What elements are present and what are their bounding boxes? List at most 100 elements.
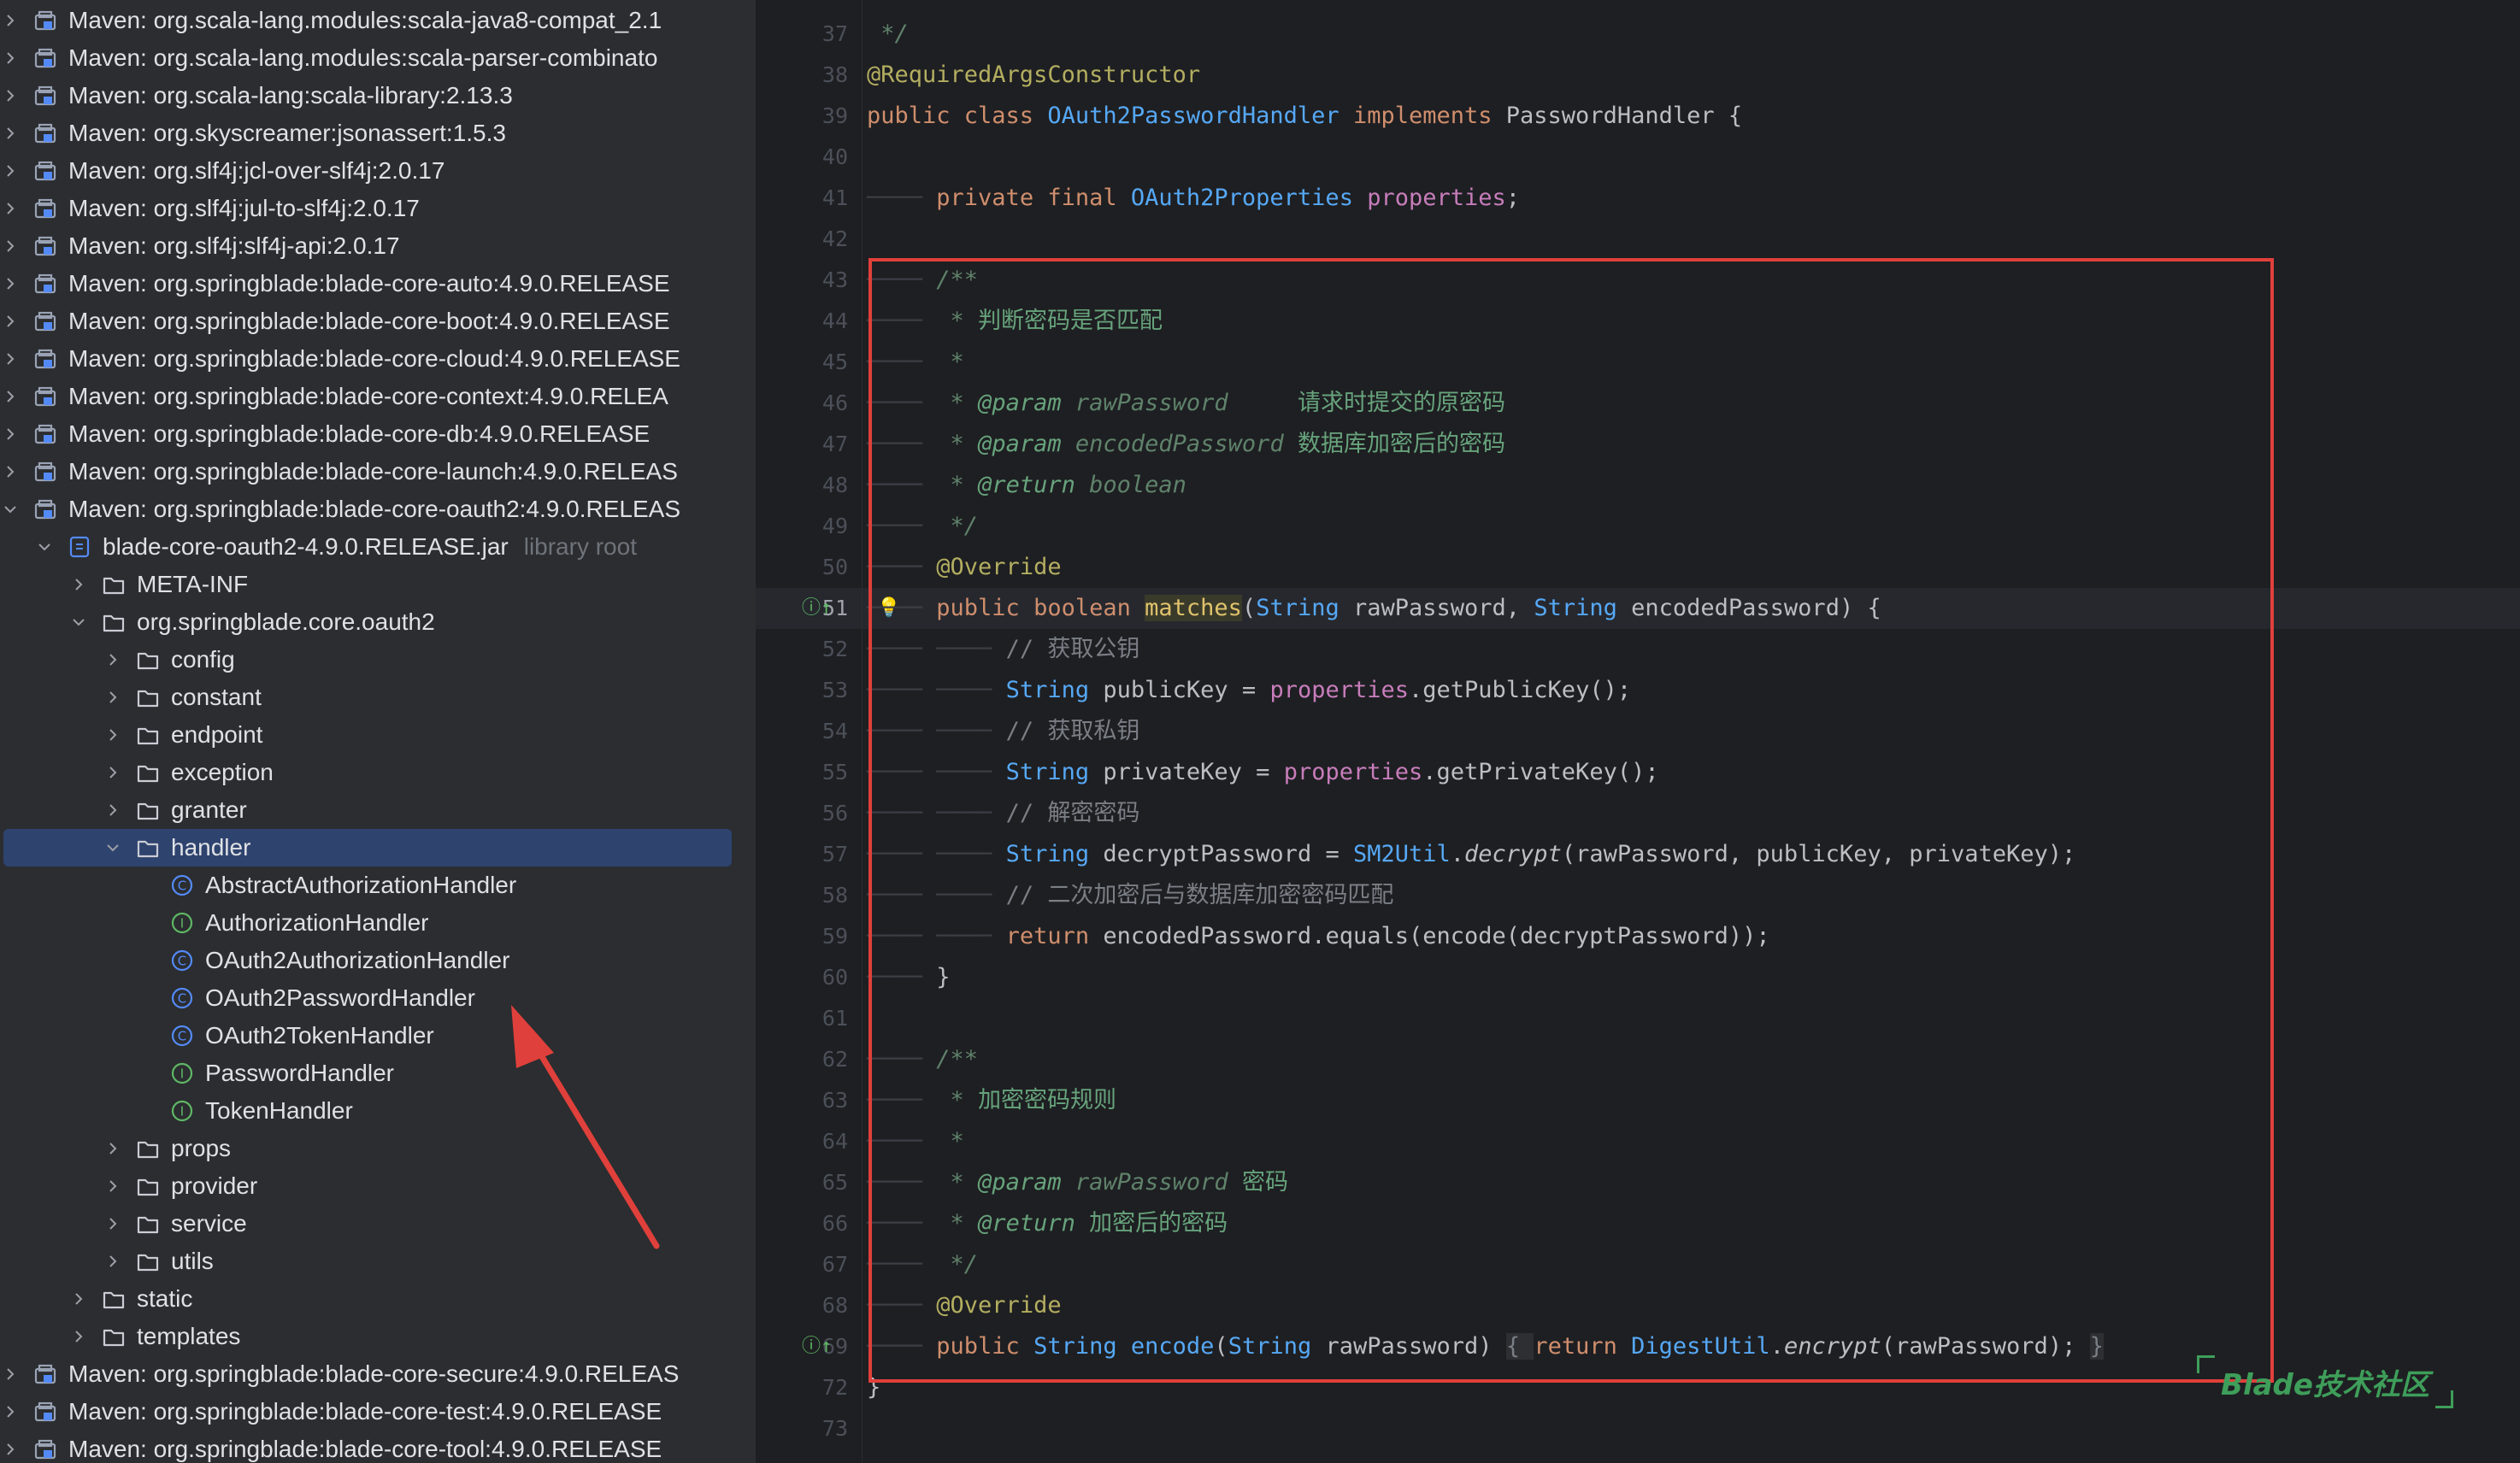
code-line[interactable]: 54 ──── ──── // 获取私钥 [756,711,2520,752]
chevron-right-icon[interactable] [0,265,21,303]
tree-item[interactable]: Maven: org.springblade:blade-core-cloud:… [0,340,756,378]
tree-item[interactable]: templates [0,1318,756,1355]
tree-item[interactable]: C AbstractAuthorizationHandler [0,867,756,904]
chevron-right-icon[interactable] [0,190,21,227]
tree-item[interactable]: Maven: org.springblade:blade-core-tool:4… [0,1431,756,1463]
code-line[interactable]: 65 ──── * @param rawPassword 密码 [756,1162,2520,1203]
chevron-right-icon[interactable] [103,791,123,829]
chevron-right-icon[interactable] [0,453,21,491]
code-line[interactable]: 39 public class OAuth2PasswordHandler imp… [756,96,2520,137]
chevron-right-icon[interactable] [0,39,21,77]
chevron-right-icon[interactable] [0,378,21,415]
tree-item[interactable]: I PasswordHandler [0,1055,756,1092]
tree-item[interactable]: Maven: org.springblade:blade-core-boot:4… [0,303,756,340]
chevron-right-icon[interactable] [103,641,123,679]
code-line[interactable]: 63 ──── * 加密密码规则 [756,1080,2520,1121]
tree-item[interactable]: Maven: org.springblade:blade-core-db:4.9… [0,415,756,453]
code-line[interactable]: 45 ──── * [756,342,2520,383]
chevron-down-icon[interactable] [34,528,55,566]
code-line[interactable]: 48 ──── * @return boolean [756,465,2520,506]
chevron-right-icon[interactable] [103,1243,123,1280]
chevron-down-icon[interactable] [68,603,89,641]
code-line[interactable]: 60 ──── } [756,957,2520,998]
code-line[interactable]: 44 ──── * 判断密码是否匹配 [756,301,2520,342]
code-line[interactable]: 66 ──── * @return 加密后的密码 [756,1203,2520,1244]
chevron-right-icon[interactable] [68,1280,89,1318]
tree-item[interactable]: Maven: org.springblade:blade-core-test:4… [0,1393,756,1431]
code-line[interactable]: 61 [756,998,2520,1039]
tree-item[interactable]: exception [0,754,756,791]
tree-item[interactable]: Maven: org.springblade:blade-core-auto:4… [0,265,756,303]
tree-item[interactable]: handler [0,829,756,867]
chevron-right-icon[interactable] [68,1318,89,1355]
tree-item[interactable]: Maven: org.slf4j:jcl-over-slf4j:2.0.17 [0,152,756,190]
chevron-right-icon[interactable] [0,227,21,265]
code-line[interactable]: 56 ──── ──── // 解密密码 [756,793,2520,834]
code-line[interactable]: 50 ──── @Override [756,547,2520,588]
code-line[interactable]: 43 ──── /** [756,260,2520,301]
tree-item[interactable]: C OAuth2TokenHandler [0,1017,756,1055]
tree-item[interactable]: Maven: org.springblade:blade-core-launch… [0,453,756,491]
tree-item[interactable]: Maven: org.slf4j:slf4j-api:2.0.17 [0,227,756,265]
chevron-right-icon[interactable] [103,679,123,716]
tree-item[interactable]: service [0,1205,756,1243]
tree-item[interactable]: META-INF [0,566,756,603]
chevron-right-icon[interactable] [0,152,21,190]
tree-item[interactable]: constant [0,679,756,716]
tree-item[interactable]: granter [0,791,756,829]
tree-item[interactable]: static [0,1280,756,1318]
code-line[interactable]: 55 ──── ──── String privateKey = properti… [756,752,2520,793]
chevron-right-icon[interactable] [0,115,21,152]
chevron-down-icon[interactable] [103,829,123,867]
chevron-right-icon[interactable] [103,1130,123,1167]
chevron-right-icon[interactable] [0,1393,21,1431]
code-line[interactable]: 51 ⓘ↑ 💡 ──── public boolean matches(String … [756,588,2520,629]
tree-item[interactable]: provider [0,1167,756,1205]
code-editor[interactable]: 37 */ 38 @RequiredArgsConstructor 39 public … [756,0,2520,1463]
tree-item[interactable]: Maven: org.springblade:blade-core-contex… [0,378,756,415]
code-line[interactable]: 59 ──── ──── return encodedPassword.equal… [756,916,2520,957]
tree-item[interactable]: blade-core-oauth2-4.9.0.RELEASE.jar libra… [0,528,756,566]
tree-item[interactable]: I AuthorizationHandler [0,904,756,942]
implements-gutter-icon[interactable]: ⓘ↑ [802,588,832,629]
code-line[interactable]: 52 ──── ──── // 获取公钥 [756,629,2520,670]
code-line[interactable]: 37 */ [756,14,2520,55]
code-line[interactable]: 49 ──── */ [756,506,2520,547]
chevron-right-icon[interactable] [0,1355,21,1393]
chevron-right-icon[interactable] [0,415,21,453]
tree-item[interactable]: org.springblade.core.oauth2 [0,603,756,641]
chevron-right-icon[interactable] [0,340,21,378]
tree-item[interactable]: Maven: org.springblade:blade-core-oauth2… [0,491,756,528]
tree-item[interactable]: I TokenHandler [0,1092,756,1130]
code-line[interactable]: 38 @RequiredArgsConstructor [756,55,2520,96]
tree-item[interactable]: Maven: org.scala-lang:scala-library:2.13… [0,77,756,115]
code-line[interactable]: 67 ──── */ [756,1244,2520,1285]
chevron-right-icon[interactable] [103,1167,123,1205]
chevron-down-icon[interactable] [0,491,21,528]
chevron-right-icon[interactable] [0,1431,21,1463]
tree-item[interactable]: utils [0,1243,756,1280]
tree-item[interactable]: Maven: org.scala-lang.modules:scala-pars… [0,39,756,77]
chevron-right-icon[interactable] [103,1205,123,1243]
code-line[interactable]: 62 ──── /** [756,1039,2520,1080]
code-line[interactable]: 41 ──── private final OAuth2Properties pr… [756,178,2520,219]
tree-item[interactable]: Maven: org.springblade:blade-core-secure… [0,1355,756,1393]
tree-item[interactable]: Maven: org.scala-lang.modules:scala-java… [0,2,756,39]
chevron-right-icon[interactable] [103,716,123,754]
chevron-right-icon[interactable] [103,754,123,791]
tree-item[interactable]: props [0,1130,756,1167]
code-line[interactable]: 64 ──── * [756,1121,2520,1162]
implements-gutter-icon[interactable]: ⓘ↑ [802,1326,832,1367]
code-line[interactable]: 73 [756,1408,2520,1449]
chevron-right-icon[interactable] [0,2,21,39]
code-line[interactable]: 40 [756,137,2520,178]
tree-item[interactable]: Maven: org.skyscreamer:jsonassert:1.5.3 [0,115,756,152]
code-line[interactable]: 47 ──── * @param encodedPassword 数据库加密后的密… [756,424,2520,465]
tree-item[interactable]: C OAuth2AuthorizationHandler [0,942,756,979]
code-line[interactable]: 42 [756,219,2520,260]
code-line[interactable]: 46 ──── * @param rawPassword 请求时提交的原密码 [756,383,2520,424]
code-line[interactable]: 68 ──── @Override [756,1285,2520,1326]
tree-item[interactable]: endpoint [0,716,756,754]
code-line[interactable]: 58 ──── ──── // 二次加密后与数据库加密密码匹配 [756,875,2520,916]
tree-item[interactable]: C OAuth2PasswordHandler [0,979,756,1017]
